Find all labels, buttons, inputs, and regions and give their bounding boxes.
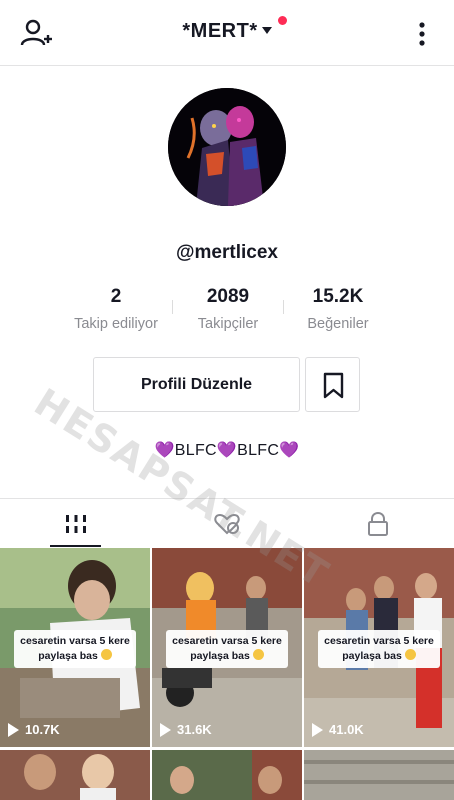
profile-bio: 💜BLFC💜BLFC💜 [154,442,300,459]
view-count: 31.6K [160,722,212,737]
top-bar: *MERT* [0,0,454,66]
video-thumbnail[interactable]: cesaretin varsa 5 kere paylaşa bas 41.0K [304,548,454,747]
following-label: Takip ediliyor [74,316,158,332]
following-stat[interactable]: 2 Takip ediliyor [56,286,176,332]
grimace-emoji-icon [252,649,264,660]
profile-avatar[interactable] [168,88,286,206]
video-caption: cesaretin varsa 5 kere paylaşa bas [14,630,136,668]
following-count: 2 [110,286,122,307]
liked-videos-icon [213,513,240,534]
tab-liked[interactable] [151,499,302,548]
lock-icon [367,511,388,536]
video-caption: cesaretin varsa 5 kere paylaşa bas [318,630,440,668]
bookmark-icon [323,372,344,399]
likes-stat: 15.2K Beğeniler [290,286,386,332]
edit-profile-button[interactable]: Profili Düzenle [93,357,300,412]
likes-label: Beğeniler [307,316,369,332]
followers-stat[interactable]: 2089 Takipçiler [178,286,278,332]
video-thumbnail[interactable]: cesaretin varsa 5 kere paylaşa bas 10.7K [0,548,150,747]
account-switcher[interactable]: *MERT* [0,20,454,43]
more-vertical-icon[interactable] [414,20,430,48]
stat-divider [172,300,173,314]
tab-private[interactable] [302,499,453,548]
stat-divider [283,300,284,314]
followers-label: Takipçiler [197,316,259,332]
video-thumbnail[interactable] [0,750,150,800]
tab-videos[interactable] [0,499,151,548]
grid-icon [65,514,86,533]
grimace-emoji-icon [404,649,416,660]
play-icon [312,722,323,737]
video-thumbnail[interactable] [304,750,454,800]
active-tab-indicator [50,545,101,547]
grimace-emoji-icon [100,649,112,660]
username: @mertlicex [176,242,278,263]
view-count: 41.0K [312,722,364,737]
play-icon [8,722,19,737]
followers-count: 2089 [206,286,250,307]
account-name: *MERT* [182,20,258,42]
likes-count: 15.2K [312,286,364,307]
caret-down-icon [261,27,272,34]
content-tabs [0,498,454,548]
video-thumbnail[interactable] [152,750,302,800]
notification-dot [278,16,287,25]
play-icon [160,722,171,737]
video-caption: cesaretin varsa 5 kere paylaşa bas [166,630,288,668]
favorites-button[interactable] [305,357,360,412]
view-count: 10.7K [8,722,60,737]
video-thumbnail[interactable]: cesaretin varsa 5 kere paylaşa bas 31.6K [152,548,302,747]
